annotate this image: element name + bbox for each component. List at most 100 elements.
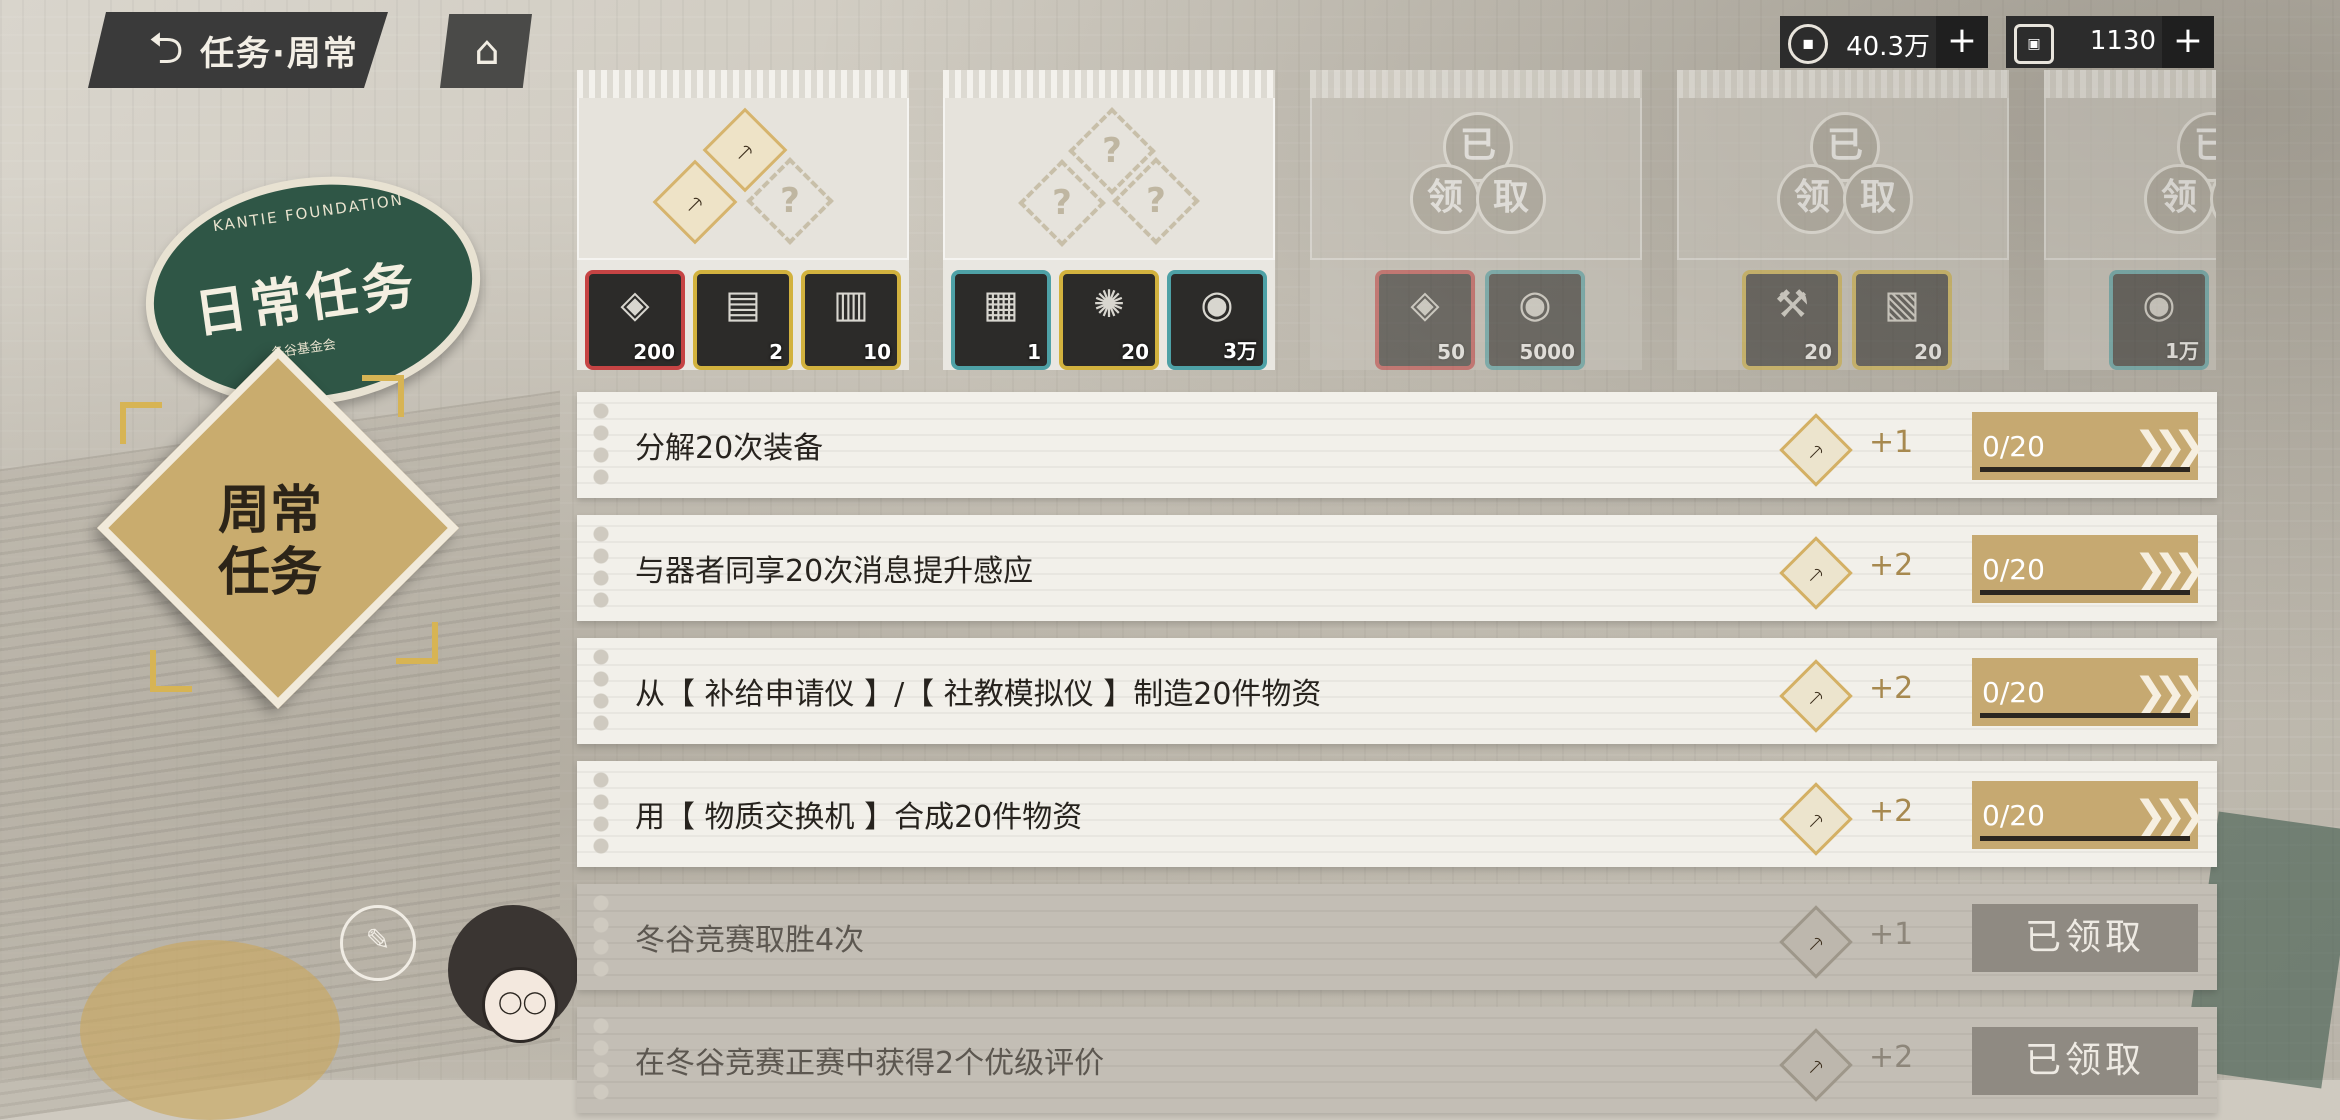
reward-item-jar[interactable]: ▤ 2: [693, 270, 793, 370]
card-icon: ▧: [1884, 282, 1920, 326]
pickaxe-token-icon: ⸕: [1779, 413, 1853, 487]
reward-item-book[interactable]: ▥ 10: [801, 270, 901, 370]
task-label: 在冬谷竞赛正赛中获得2个优级评价: [635, 1046, 1105, 1081]
reward-item-crystal[interactable]: ◈ 200: [585, 270, 685, 370]
daily-tasks-label: 日常任务: [191, 254, 422, 346]
crystal-icon: ◈: [620, 282, 650, 326]
reward-item-coins[interactable]: ◉ 1万: [2109, 270, 2209, 370]
reward-item-orb[interactable]: ✺ 20: [1059, 270, 1159, 370]
coins-icon: ◉: [2142, 282, 2176, 326]
reward-card-header: 已 领 取: [2044, 70, 2216, 260]
pickaxe-token-icon: ⸕: [1779, 905, 1853, 979]
task-points: +2: [1869, 1040, 1914, 1075]
task-points: +1: [1869, 425, 1914, 460]
glasses-icon: ◯◯: [498, 990, 548, 1015]
claimed-status: 已领取: [1972, 1027, 2198, 1095]
task-row: 分解20次装备 ⸕ +1 0/20 ❯❯❯: [577, 392, 2217, 498]
reward-card-header: 已 领 取: [1310, 70, 1642, 260]
claimed-seal: 已 领 取: [2144, 112, 2216, 234]
binder-holes: [591, 400, 611, 490]
task-progress: 0/20: [1982, 430, 2045, 463]
go-arrows-icon: ❯❯❯: [2133, 793, 2205, 839]
task-go-button[interactable]: 0/20 ❯❯❯: [1972, 781, 2206, 849]
add-coins-button[interactable]: +: [1936, 16, 1988, 68]
reward-items: ◉ 1万: [2044, 260, 2216, 370]
coins-icon: ◉: [1200, 282, 1234, 326]
progress-bar: [1980, 836, 2190, 841]
pickaxe-token-icon: ⸕: [1779, 1028, 1853, 1102]
page-title: 任务·周常: [200, 34, 359, 74]
task-go-button[interactable]: 0/20 ❯❯❯: [1972, 412, 2206, 480]
progress-bar: [1980, 713, 2190, 718]
reward-card-1[interactable]: ⸕ ⸕ ? ◈ 200 ▤ 2 ▥ 10: [577, 70, 909, 370]
task-row: 在冬谷竞赛正赛中获得2个优级评价 ⸕ +2 已领取: [577, 1007, 2217, 1113]
book-icon: ▥: [833, 282, 869, 326]
corner-bracket-tr: [362, 375, 404, 417]
tool-icon: ⚒: [1774, 282, 1810, 326]
character-avatar[interactable]: ◯◯: [448, 885, 578, 1080]
go-arrows-icon: ❯❯❯: [2133, 424, 2205, 470]
claimed-status: 已领取: [1972, 904, 2198, 972]
reward-card-3[interactable]: 已 领 取 ◈ 50 ◉ 5000: [1310, 70, 1642, 370]
resource-tokens: ▣ 1130 +: [2006, 16, 2214, 68]
task-progress: 0/20: [1982, 676, 2045, 709]
pickaxe-token-icon: ⸕: [1779, 782, 1853, 856]
task-go-button[interactable]: 0/20 ❯❯❯: [1972, 535, 2206, 603]
coin-icon: ◉: [1518, 282, 1552, 326]
weekly-tasks-label: 周常任务: [217, 481, 322, 603]
task-points: +2: [1869, 548, 1914, 583]
reward-items: ⚒ 20 ▧ 20: [1677, 260, 2009, 370]
task-label: 从【 补给申请仪 】/【 社教模拟仪 】制造20件物资: [635, 677, 1322, 712]
reward-item-card[interactable]: ▧ 20: [1852, 270, 1952, 370]
binder-holes: [591, 769, 611, 859]
reward-card-header: ⸕ ⸕ ?: [577, 70, 909, 260]
add-tokens-button[interactable]: +: [2162, 16, 2214, 68]
go-arrows-icon: ❯❯❯: [2133, 547, 2205, 593]
task-label: 与器者同享20次消息提升感应: [635, 554, 1034, 589]
crystal-icon: ◈: [1410, 282, 1440, 326]
claimed-seal: 已 领 取: [1777, 112, 1913, 234]
reward-item-coins[interactable]: ◉ 3万: [1167, 270, 1267, 370]
task-row: 冬谷竞赛取胜4次 ⸕ +1 已领取: [577, 884, 2217, 990]
reward-card-header: ? ? ?: [943, 70, 1275, 260]
reward-card-header: 已 领 取: [1677, 70, 2009, 260]
chip-icon: ▦: [983, 282, 1019, 326]
reward-card-4[interactable]: 已 领 取 ⚒ 20 ▧ 20: [1677, 70, 2009, 370]
foundation-label: KANTIE FOUNDATION: [211, 190, 405, 236]
task-label: 分解20次装备: [635, 431, 824, 466]
back-arrow-icon[interactable]: ⮌: [138, 24, 194, 74]
coin-value: 40.3万: [1846, 32, 1930, 62]
chat-bubble-icon[interactable]: ✎: [340, 905, 416, 981]
token-value: 1130: [2089, 26, 2156, 56]
corner-bracket-br: [396, 622, 438, 664]
binder-holes: [591, 1015, 611, 1105]
reward-item-chip[interactable]: ▦ 1: [951, 270, 1051, 370]
task-points: +2: [1869, 671, 1914, 706]
task-row: 与器者同享20次消息提升感应 ⸕ +2 0/20 ❯❯❯: [577, 515, 2217, 621]
task-go-button[interactable]: 0/20 ❯❯❯: [1972, 658, 2206, 726]
token-icon: ▣: [2014, 24, 2054, 64]
reward-items: ▦ 1 ✺ 20 ◉ 3万: [943, 260, 1275, 370]
jar-icon: ▤: [725, 282, 761, 326]
reward-card-2[interactable]: ? ? ? ▦ 1 ✺ 20 ◉ 3万: [943, 70, 1275, 370]
go-arrows-icon: ❯❯❯: [2133, 670, 2205, 716]
task-row: 用【 物质交换机 】合成20件物资 ⸕ +2 0/20 ❯❯❯: [577, 761, 2217, 867]
task-label: 冬谷竞赛取胜4次: [635, 923, 865, 958]
reward-item-crystal[interactable]: ◈ 50: [1375, 270, 1475, 370]
corner-bracket-bl: [150, 650, 192, 692]
reward-item-coin[interactable]: ◉ 5000: [1485, 270, 1585, 370]
task-row: 从【 补给申请仪 】/【 社教模拟仪 】制造20件物资 ⸕ +2 0/20 ❯❯…: [577, 638, 2217, 744]
corner-bracket-tl: [120, 402, 162, 444]
orb-icon: ✺: [1093, 282, 1125, 326]
home-icon[interactable]: ⌂: [462, 26, 512, 76]
task-progress: 0/20: [1982, 799, 2045, 832]
coin-icon: ◼: [1788, 24, 1828, 64]
binder-holes: [591, 646, 611, 736]
binder-holes: [591, 892, 611, 982]
reward-item-tool[interactable]: ⚒ 20: [1742, 270, 1842, 370]
reward-items: ◈ 50 ◉ 5000: [1310, 260, 1642, 370]
pickaxe-token-icon: ⸕: [1779, 536, 1853, 610]
stamp-decoration: [80, 940, 340, 1120]
binder-holes: [591, 523, 611, 613]
reward-card-5[interactable]: 已 领 取 ◉1万: [2044, 70, 2216, 370]
